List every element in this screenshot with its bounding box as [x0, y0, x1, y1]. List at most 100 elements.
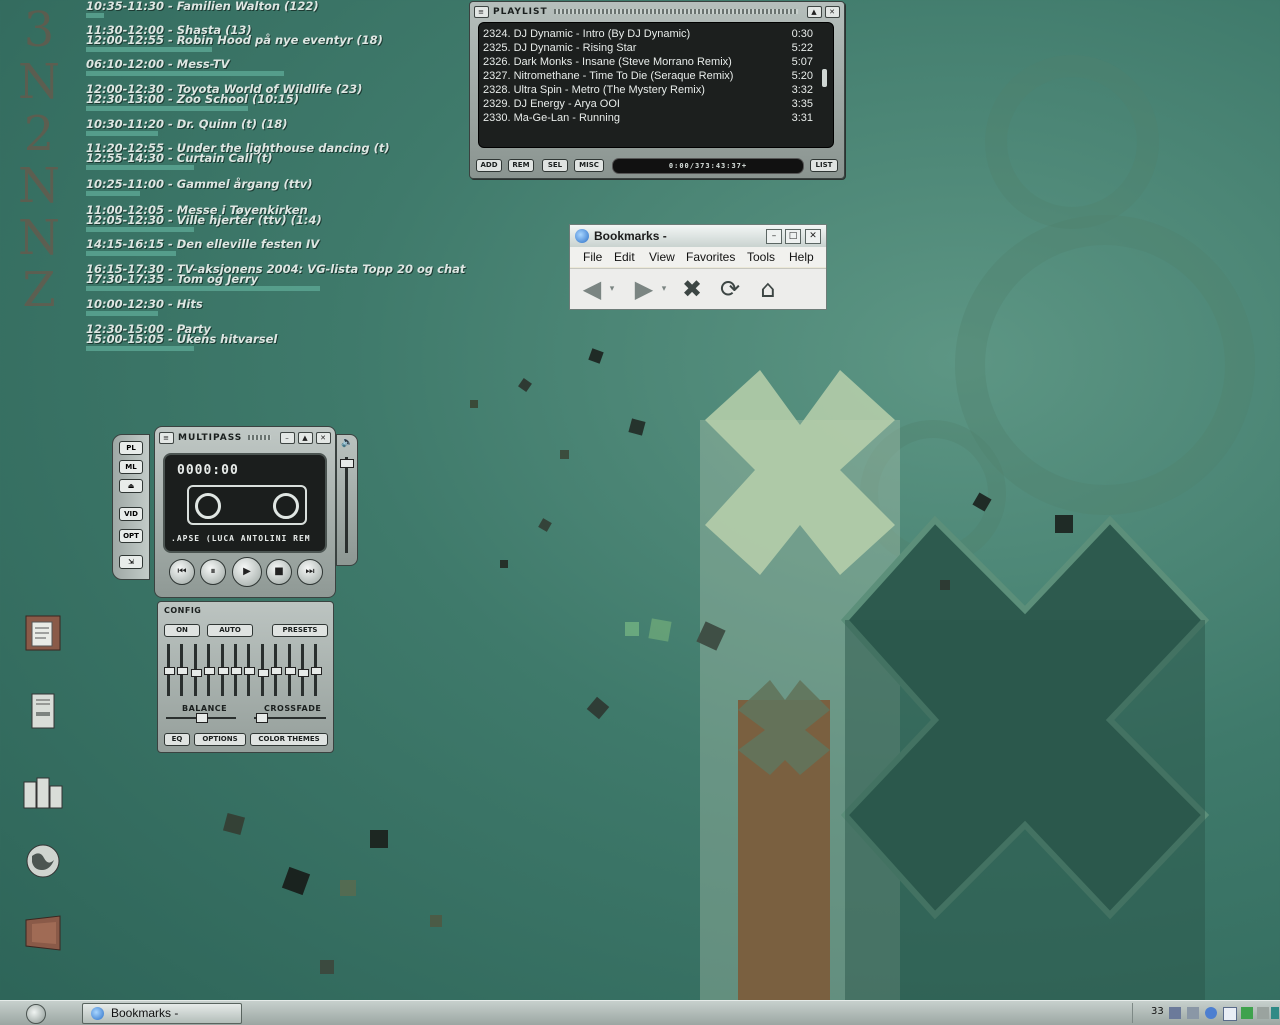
eq-band-slider[interactable]: [164, 644, 175, 696]
eq-band-slider[interactable]: [204, 644, 216, 696]
eq-band-knob[interactable]: [204, 667, 216, 675]
playlist-add-button[interactable]: ADD: [476, 159, 502, 172]
eq-button[interactable]: EQ: [164, 733, 190, 746]
minimize-button[interactable]: –: [766, 229, 782, 244]
playlist-titlebar[interactable]: ≡ PLAYLIST ▲ ✕: [474, 5, 840, 18]
eq-band-slider[interactable]: [217, 644, 229, 696]
eq-band-knob[interactable]: [257, 669, 269, 677]
tray-app-icon[interactable]: [1271, 1007, 1279, 1019]
playlist-item[interactable]: 2325. DJ Dynamic - Rising Star 5:22: [483, 41, 813, 55]
playlist-item[interactable]: 2330. Ma-Ge-Lan - Running 3:31: [483, 111, 813, 125]
resize-grip-icon[interactable]: ⇲: [119, 555, 143, 569]
next-button[interactable]: ⏭: [297, 559, 323, 585]
eq-band-knob[interactable]: [190, 669, 202, 677]
tray-speaker-icon[interactable]: [1187, 1007, 1199, 1019]
eject-icon[interactable]: ⏏: [119, 479, 143, 493]
maximize-button[interactable]: □: [785, 229, 801, 244]
playlist-toggle-button[interactable]: PL: [119, 441, 143, 455]
tray-pen-icon[interactable]: [1257, 1007, 1269, 1019]
play-button[interactable]: ▶: [232, 557, 262, 587]
back-arrow-icon[interactable]: ◀: [578, 275, 606, 303]
forward-arrow-icon[interactable]: ▶: [630, 275, 658, 303]
eq-band-knob[interactable]: [311, 667, 323, 675]
globe-icon[interactable]: [22, 840, 64, 882]
video-button[interactable]: VID: [119, 507, 143, 521]
crossfade-knob[interactable]: [256, 713, 268, 723]
playlist-menu-button[interactable]: ≡: [474, 5, 489, 18]
color-themes-button[interactable]: COLOR THEMES: [250, 733, 328, 746]
folder-icon[interactable]: [22, 912, 64, 954]
eq-on-button[interactable]: ON: [164, 624, 200, 637]
playlist-item[interactable]: 2329. DJ Energy - Arya OOI 3:35: [483, 97, 813, 111]
volume-knob[interactable]: [340, 459, 354, 468]
bookmarks-titlebar[interactable]: Bookmarks - – □ ✕: [570, 225, 826, 247]
playlist-list[interactable]: 2324. DJ Dynamic - Intro (By DJ Dynamic)…: [478, 22, 834, 148]
playlist-misc-button[interactable]: MISC: [574, 159, 604, 172]
eq-band-knob[interactable]: [298, 669, 309, 677]
playlist-item[interactable]: 2327. Nitromethane - Time To Die (Seraqu…: [483, 69, 813, 83]
taskbar-bookmarks-button[interactable]: Bookmarks -: [82, 1003, 242, 1024]
eq-presets-button[interactable]: PRESETS: [272, 624, 328, 637]
eq-band-slider[interactable]: [231, 644, 242, 696]
eq-band-slider[interactable]: [311, 644, 323, 696]
network-computers-icon[interactable]: [22, 772, 64, 814]
eq-band-knob[interactable]: [177, 667, 189, 675]
playlist-remove-button[interactable]: REM: [508, 159, 534, 172]
menu-favorites[interactable]: Favorites: [686, 250, 735, 264]
eq-band-slider[interactable]: [190, 644, 202, 696]
media-library-button[interactable]: ML: [119, 460, 143, 474]
stop-icon[interactable]: ✖: [678, 275, 706, 303]
refresh-icon[interactable]: ⟳: [716, 275, 744, 303]
tray-network-icon[interactable]: [1169, 1007, 1181, 1019]
eq-band-knob[interactable]: [271, 667, 283, 675]
eq-band-slider[interactable]: [271, 644, 283, 696]
playlist-scrollbar-thumb[interactable]: [822, 69, 827, 87]
eq-options-button[interactable]: OPTIONS: [194, 733, 246, 746]
player-menu-button[interactable]: ≡: [159, 431, 174, 444]
eq-band-knob[interactable]: [244, 667, 256, 675]
eq-band-slider[interactable]: [298, 644, 309, 696]
eq-band-knob[interactable]: [217, 667, 229, 675]
player-titlebar[interactable]: ≡ MULTIPASS – ▲ ✕: [159, 431, 331, 444]
eq-band-knob[interactable]: [231, 667, 242, 675]
menu-tools[interactable]: Tools: [747, 250, 775, 264]
eq-band-knob[interactable]: [284, 667, 296, 675]
computer-tower-icon[interactable]: [22, 690, 64, 732]
menu-file[interactable]: File: [583, 250, 602, 264]
tray-mail-icon[interactable]: [1223, 1007, 1237, 1021]
volume-track[interactable]: [345, 457, 348, 553]
playlist-item[interactable]: 2326. Dark Monks - Insane (Steve Morrano…: [483, 55, 813, 69]
playlist-item[interactable]: 2328. Ultra Spin - Metro (The Mystery Re…: [483, 83, 813, 97]
player-shade-button[interactable]: ▲: [298, 431, 313, 444]
pause-button[interactable]: ⏸: [200, 559, 226, 585]
playlist-select-button[interactable]: SEL: [542, 159, 568, 172]
eq-band-slider[interactable]: [257, 644, 269, 696]
options-button[interactable]: OPT: [119, 529, 143, 543]
playlist-item[interactable]: 2324. DJ Dynamic - Intro (By DJ Dynamic)…: [483, 27, 813, 41]
back-dropdown-icon[interactable]: ▾: [606, 275, 618, 303]
playlist-list-button[interactable]: LIST: [810, 159, 838, 172]
playlist-shade-button[interactable]: ▲: [807, 5, 822, 18]
stop-button[interactable]: ■: [266, 559, 292, 585]
tray-green-icon[interactable]: [1241, 1007, 1253, 1019]
documents-folder-icon[interactable]: [22, 612, 64, 654]
playlist-close-button[interactable]: ✕: [825, 5, 840, 18]
eq-band-slider[interactable]: [284, 644, 296, 696]
home-icon[interactable]: ⌂: [754, 275, 782, 303]
eq-auto-button[interactable]: AUTO: [207, 624, 253, 637]
eq-band-knob[interactable]: [164, 667, 175, 675]
forward-dropdown-icon[interactable]: ▾: [658, 275, 670, 303]
menu-help[interactable]: Help: [789, 250, 814, 264]
player-minimize-button[interactable]: –: [280, 431, 295, 444]
player-time[interactable]: 0000:00: [177, 463, 239, 478]
eq-band-slider[interactable]: [244, 644, 256, 696]
player-close-button[interactable]: ✕: [316, 431, 331, 444]
balance-knob[interactable]: [196, 713, 208, 723]
start-button[interactable]: [26, 1004, 46, 1024]
close-button[interactable]: ✕: [805, 229, 821, 244]
tray-messenger-icon[interactable]: [1205, 1007, 1217, 1019]
previous-button[interactable]: ⏮: [169, 559, 195, 585]
eq-band-slider[interactable]: [177, 644, 189, 696]
menu-edit[interactable]: Edit: [614, 250, 635, 264]
menu-view[interactable]: View: [649, 250, 675, 264]
